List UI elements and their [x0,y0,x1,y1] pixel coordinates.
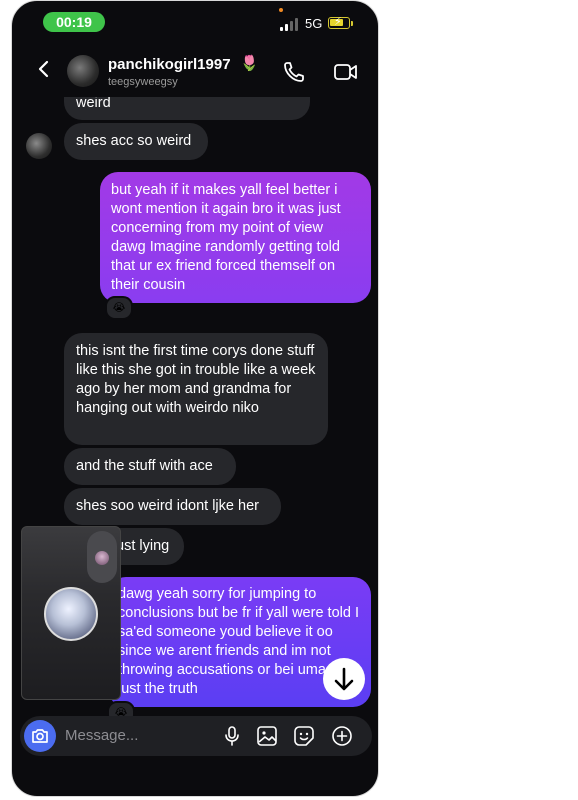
name-emoji: 🌷 [240,55,259,72]
sticker-icon[interactable] [293,725,315,747]
camera-button[interactable] [24,720,56,752]
phone-screen: 00:19 5G ⚡ panchikogirl1997 🌷 teegsyweeg… [11,0,379,797]
contact-username: teegsyweegsy [108,76,178,88]
battery-tip [351,21,353,26]
message-text: shes acc so weird [76,133,192,149]
message-text: but yeah if it makes yall feel better i … [111,182,341,293]
scroll-to-bottom-button[interactable] [323,658,365,700]
status-bar: 00:19 5G ⚡ [12,1,378,43]
phone-call-icon[interactable] [282,60,306,84]
message-input[interactable]: Message... [65,727,138,744]
outgoing-message[interactable]: but yeah if it makes yall feel better i … [100,172,371,303]
contact-name[interactable]: panchikogirl1997 [108,56,231,73]
message-text: and the stuff with ace [76,458,213,474]
arrow-down-icon [334,667,354,691]
message-text: weird [76,95,111,111]
chat-header: panchikogirl1997 🌷 teegsyweegsy [12,47,378,97]
video-call-pip[interactable] [21,526,121,700]
add-icon[interactable] [331,725,353,747]
message-composer: Message... [20,716,372,756]
caller-avatar [44,587,98,641]
message-text: ust lying [116,538,170,554]
signal-icon [280,17,300,31]
camera-icon [32,729,48,743]
message-text: shes soo weird idont ljke her [76,498,259,514]
incoming-message[interactable]: shes acc so weird [64,123,208,160]
gallery-icon[interactable] [256,725,278,747]
incoming-message[interactable]: shes soo weird idont ljke her [64,488,281,525]
message-text: this isnt the first time corys done stuf… [76,343,316,416]
sender-avatar[interactable] [26,133,52,159]
back-arrow-icon[interactable] [34,59,54,79]
video-call-icon[interactable] [333,60,359,84]
microphone-icon[interactable] [221,725,243,747]
privacy-indicator [279,8,283,12]
self-view[interactable] [87,531,117,583]
reaction-badge[interactable]: 😭 [105,296,133,320]
network-label: 5G [305,16,323,31]
contact-avatar[interactable] [67,55,99,87]
incoming-message[interactable]: and the stuff with ace [64,448,236,485]
battery-icon: ⚡ [328,16,350,29]
incoming-message[interactable]: this isnt the first time corys done stuf… [64,333,328,445]
status-time[interactable]: 00:19 [43,12,105,32]
